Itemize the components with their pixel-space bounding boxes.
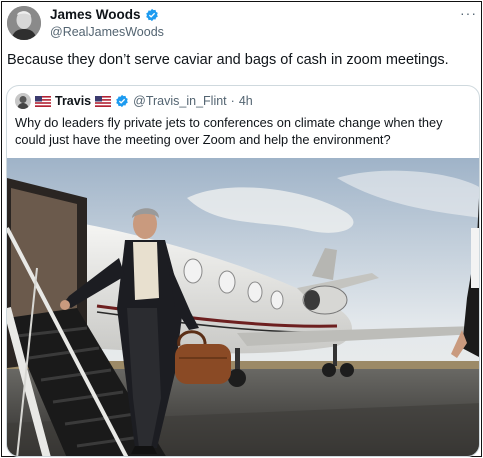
more-options-icon[interactable]: ··· [460,5,477,21]
quoted-tweet-card[interactable]: Travis @Travis_in_Flint · 4h Why do lead… [6,85,480,457]
quoted-author-handle[interactable]: @Travis_in_Flint [133,94,227,108]
quoted-author-avatar-image [15,93,31,109]
tweet-author-row[interactable]: James Woods @RealJamesWoods ··· [4,4,481,44]
quoted-separator: · [230,94,235,108]
quoted-author-avatar[interactable] [15,93,31,109]
tweet-photo[interactable] [7,158,480,457]
author-avatar[interactable] [7,6,41,40]
author-name[interactable]: James Woods [50,7,141,22]
verified-badge-icon [116,94,128,108]
verified-badge-icon [145,8,158,21]
author-avatar-image [7,6,41,40]
us-flag-icon [95,95,112,107]
quoted-tweet-text: Why do leaders fly private jets to confe… [15,115,443,147]
quoted-timestamp[interactable]: 4h [239,94,253,108]
tweet-text: Because they don’t serve caviar and bags… [7,52,449,68]
tweet-frame: James Woods @RealJamesWoods ··· Because … [1,1,482,457]
author-handle[interactable]: @RealJamesWoods [50,25,164,39]
quoted-author-name[interactable]: Travis [55,94,91,108]
quoted-tweet-header: Travis @Travis_in_Flint · 4h [15,93,253,109]
us-flag-icon [35,95,51,107]
